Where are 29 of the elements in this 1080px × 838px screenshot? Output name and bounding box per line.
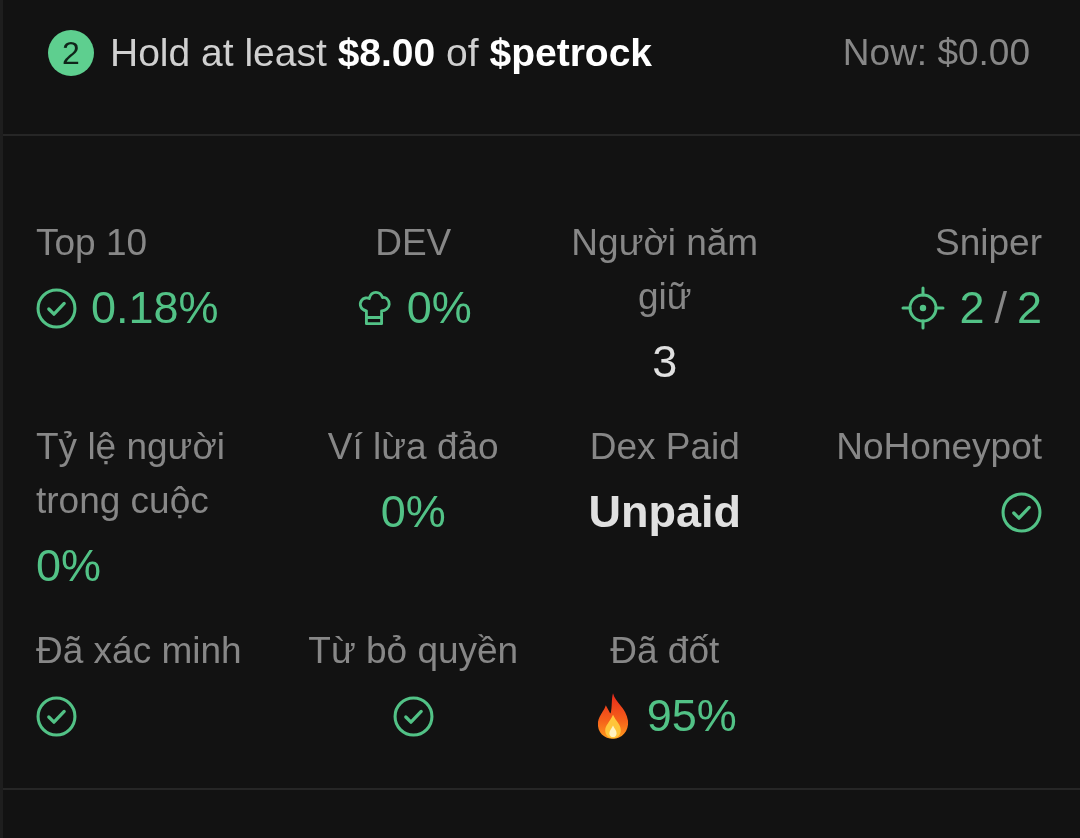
stat-label: Đã đốt	[610, 629, 720, 673]
stat-value: 0%	[36, 539, 102, 593]
stat-label: Sniper	[935, 221, 1042, 265]
check-circle-icon	[392, 695, 434, 737]
check-circle-icon	[1001, 491, 1042, 533]
crosshair-icon	[901, 286, 946, 330]
stat-value: 0%	[380, 485, 446, 539]
stat-label: DEV	[375, 221, 452, 265]
sniper-count: 2	[959, 281, 985, 335]
sniper-total: 2	[1016, 281, 1042, 335]
stat-value: 0%	[406, 281, 472, 335]
task-text: Hold at least $8.00 of $petrock	[110, 30, 652, 76]
stat-value: 3	[652, 335, 678, 389]
ratio-separator: /	[994, 281, 1007, 335]
stat-label: Ví lừa đảo	[327, 425, 499, 469]
stat-label: Đã xác minh	[36, 629, 242, 673]
stat-value: 0.18%	[91, 281, 219, 335]
stat-label: Top 10	[36, 221, 148, 265]
check-circle-icon	[36, 695, 77, 737]
stat-label: Người năm giữ	[570, 221, 760, 319]
step-number-badge: 2	[48, 30, 94, 76]
current-amount: Now: $0.00	[842, 31, 1030, 75]
stat-label: Tỷ lệ người trong cuộc	[36, 425, 226, 523]
check-circle-icon	[36, 287, 77, 329]
stat-label: Dex Paid	[589, 425, 740, 469]
stat-label: NoHoneypot	[836, 425, 1042, 469]
stat-value: Unpaid	[588, 485, 741, 539]
stat-value: 95%	[646, 689, 737, 743]
stat-label: Từ bỏ quyền	[308, 629, 519, 673]
